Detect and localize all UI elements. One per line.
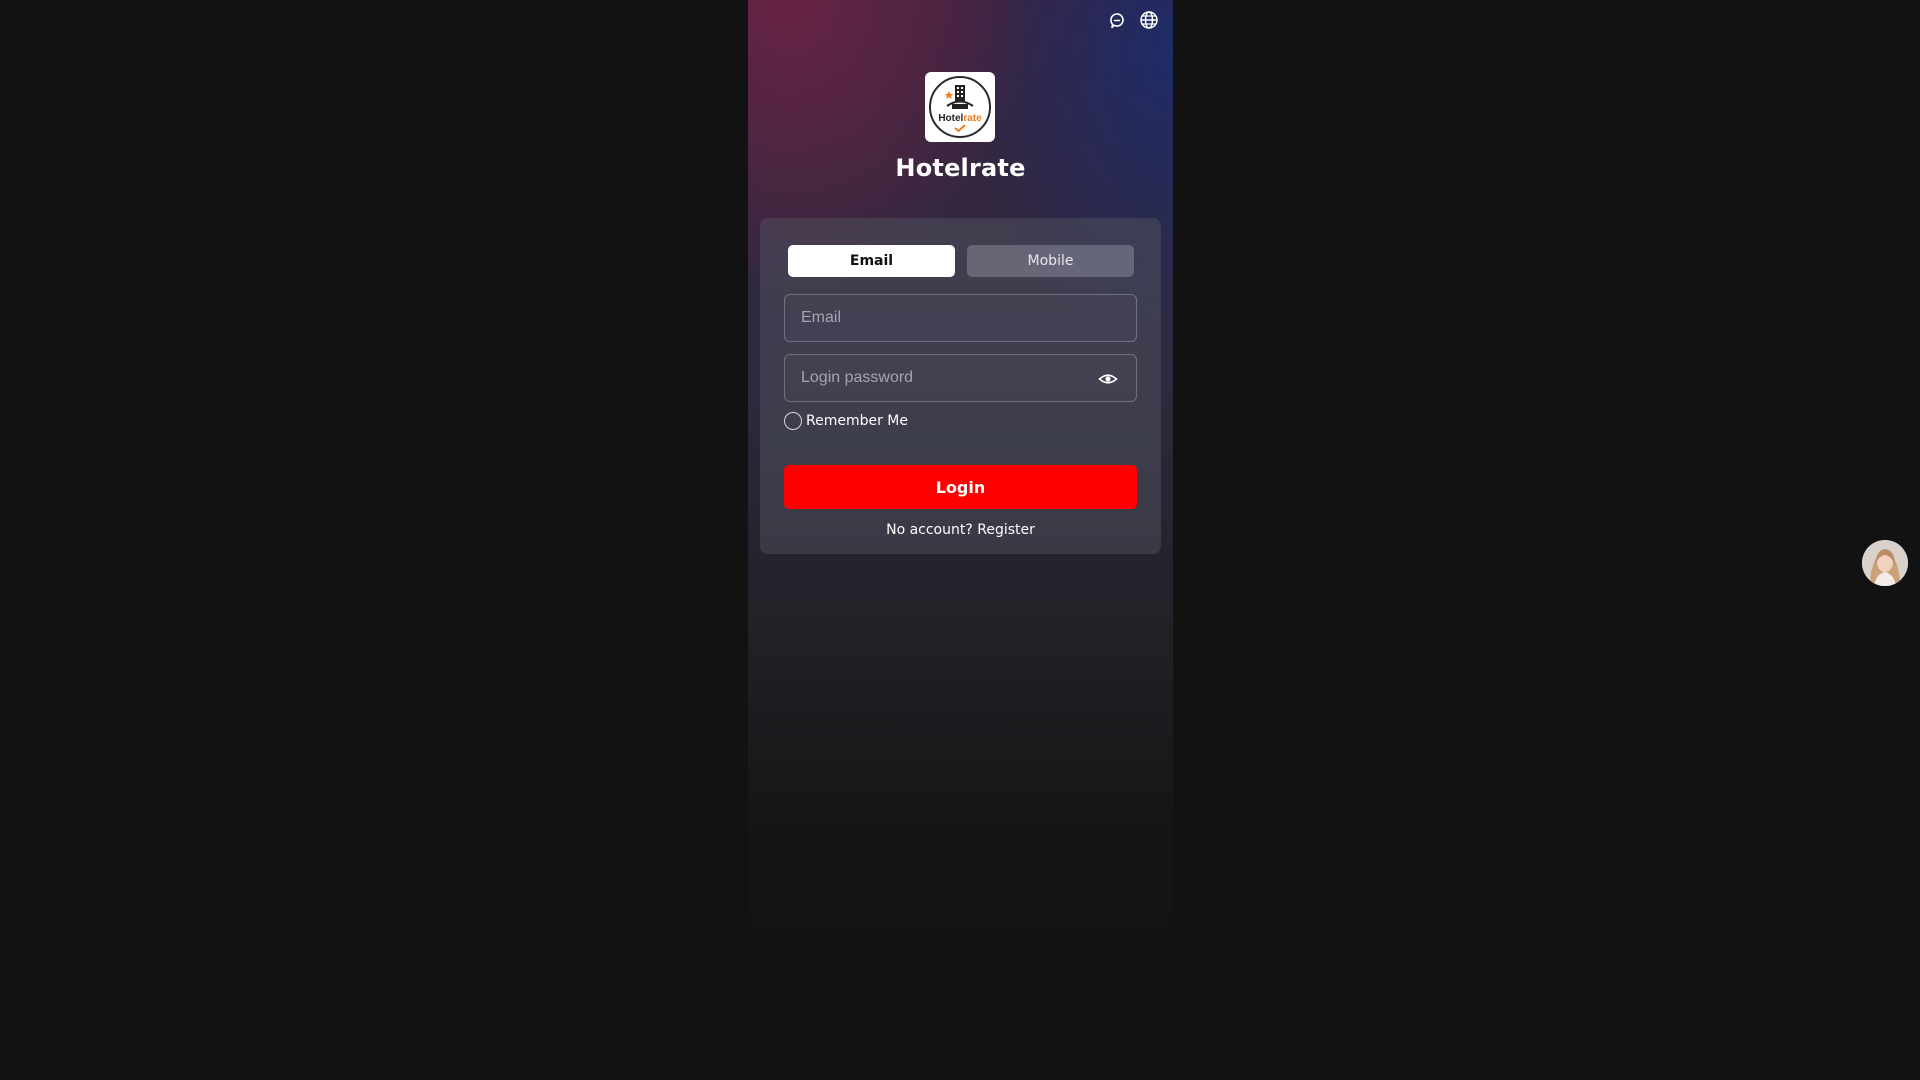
show-password-eye-icon[interactable]: [1098, 369, 1118, 389]
customer-service-avatar[interactable]: [1862, 540, 1908, 586]
top-toolbar: [1107, 10, 1159, 30]
app-logo: Hotelrate: [925, 72, 995, 142]
password-field-container: [784, 354, 1137, 402]
logo-emblem: Hotelrate: [929, 76, 991, 138]
remember-me-radio[interactable]: [784, 412, 802, 430]
remember-me-label: Remember Me: [806, 413, 908, 429]
login-method-tabs: Email Mobile: [788, 245, 1134, 277]
email-field-container: [784, 294, 1137, 342]
tab-mobile[interactable]: Mobile: [967, 245, 1134, 277]
support-agent-avatar-icon: [1862, 540, 1908, 586]
login-button[interactable]: Login: [784, 465, 1137, 509]
globe-icon[interactable]: [1139, 10, 1159, 30]
login-screen: Hotelrate Hotelrate Email Mobile Email R…: [748, 0, 1173, 1080]
login-card: Email Mobile Remember Me Login: [760, 218, 1161, 554]
remember-me-toggle[interactable]: Remember Me: [784, 412, 908, 430]
register-prompt: No account? Register: [760, 522, 1161, 538]
logo-wordmark: Hotelrate: [938, 112, 982, 124]
app-title: Hotelrate: [895, 154, 1026, 182]
register-prompt-text: No account?: [886, 522, 973, 538]
support-chat-icon[interactable]: [1107, 10, 1127, 30]
checkmark-icon: [954, 123, 966, 132]
hotel-building-icon: [944, 84, 974, 109]
page: Hotelrate Hotelrate Email Mobile Email R…: [0, 0, 1920, 1080]
tab-email[interactable]: Email: [788, 245, 955, 277]
register-link[interactable]: Register: [977, 522, 1035, 538]
password-field[interactable]: [785, 355, 1136, 401]
email-field[interactable]: [785, 295, 1136, 341]
